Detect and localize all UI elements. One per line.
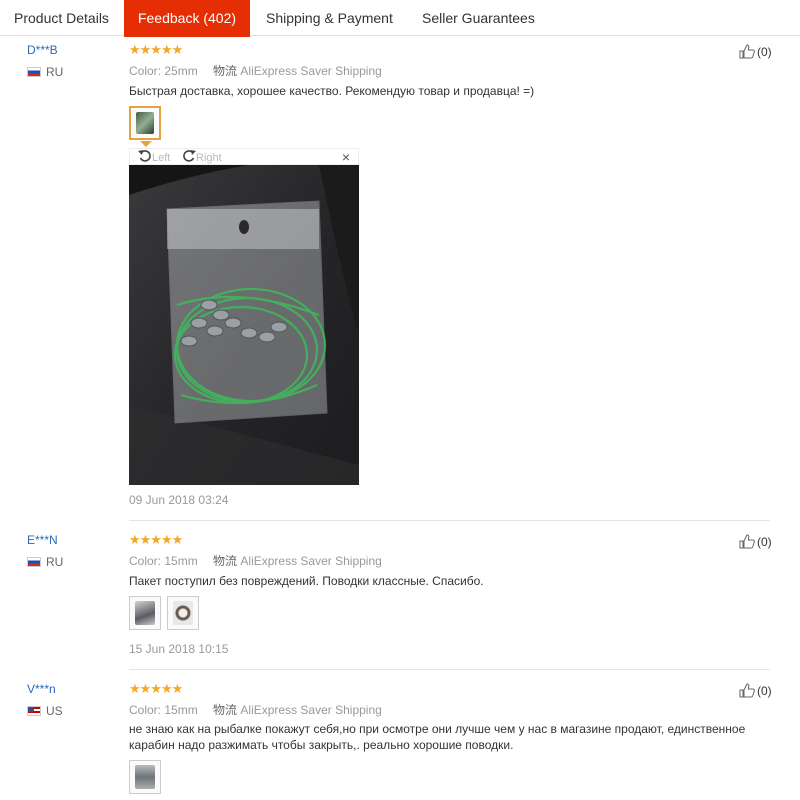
color-value: 15mm xyxy=(164,703,198,717)
color-value: 25mm xyxy=(164,64,198,78)
shipping-label: 物流 xyxy=(213,64,238,78)
reviewer-name: D***B xyxy=(27,43,58,57)
review-text: Пакет поступил без повреждений. Поводки … xyxy=(129,574,484,588)
shipping-value: AliExpress Saver Shipping xyxy=(240,554,382,568)
review-divider xyxy=(129,520,770,521)
photo-thumbnail xyxy=(136,112,154,134)
shipping-label: 物流 xyxy=(213,703,238,717)
helpful-button[interactable]: (0) xyxy=(739,534,772,549)
review-photo-thumb[interactable] xyxy=(167,596,199,630)
reviewer-country: RU xyxy=(27,65,63,79)
reviewer-country: RU xyxy=(27,555,63,569)
helpful-button[interactable]: (0) xyxy=(739,44,772,59)
color-label: Color: xyxy=(129,554,162,568)
star-rating: ★★★★★ xyxy=(129,532,183,547)
helpful-button[interactable]: (0) xyxy=(739,683,772,698)
tab-bar: Product Details Feedback (402) Shipping … xyxy=(0,0,800,37)
product-photo-image xyxy=(129,165,359,485)
close-viewer-button[interactable]: × xyxy=(342,149,350,165)
flag-ru-icon xyxy=(27,67,41,77)
review-meta: Color: 15mm 物流 AliExpress Saver Shipping xyxy=(129,701,382,718)
thumbs-up-icon xyxy=(739,44,755,59)
review-photo-thumb[interactable] xyxy=(129,760,161,794)
tab-feedback[interactable]: Feedback (402) xyxy=(124,0,250,37)
photo-thumbnail xyxy=(135,601,155,625)
star-rating: ★★★★★ xyxy=(129,681,183,696)
rotate-right-icon xyxy=(183,150,196,162)
thumbs-up-icon xyxy=(739,683,755,698)
flag-us-icon xyxy=(27,706,41,716)
tab-product-details[interactable]: Product Details xyxy=(14,0,109,36)
thumb-pointer-icon xyxy=(140,141,152,147)
reviewer-name: E***N xyxy=(27,533,58,547)
shipping-value: AliExpress Saver Shipping xyxy=(240,64,382,78)
thumbs-up-icon xyxy=(739,534,755,549)
reviewer-name: V***n xyxy=(27,682,56,696)
review-photo-thumb[interactable] xyxy=(129,596,161,630)
shipping-label: 物流 xyxy=(213,554,238,568)
review-date: 15 Jun 2018 10:15 xyxy=(129,642,229,656)
shipping-value: AliExpress Saver Shipping xyxy=(240,703,382,717)
review-date: 09 Jun 2018 03:24 xyxy=(129,493,229,507)
review-photo-thumb[interactable] xyxy=(129,106,161,140)
star-rating: ★★★★★ xyxy=(129,42,183,57)
review-text: Быстрая доставка, хорошее качество. Реко… xyxy=(129,84,535,98)
review-text: не знаю как на рыбалке покажут себя,но п… xyxy=(129,722,746,752)
photo-thumbnail xyxy=(135,765,155,789)
rotate-right-button[interactable]: Right xyxy=(182,150,222,164)
review-meta: Color: 15mm 物流 AliExpress Saver Shipping xyxy=(129,552,382,569)
reviewer-country: US xyxy=(27,704,63,718)
review-meta: Color: 25mm 物流 AliExpress Saver Shipping xyxy=(129,62,382,79)
review-divider xyxy=(129,669,770,670)
review-photo xyxy=(129,165,359,485)
color-label: Color: xyxy=(129,64,162,78)
color-label: Color: xyxy=(129,703,162,717)
tab-shipping-payment[interactable]: Shipping & Payment xyxy=(266,0,393,36)
color-value: 15mm xyxy=(164,554,198,568)
image-viewer: Left Right × xyxy=(129,148,359,485)
viewer-toolbar: Left Right × xyxy=(129,148,359,165)
tab-seller-guarantees[interactable]: Seller Guarantees xyxy=(422,0,535,36)
rotate-left-icon xyxy=(138,150,151,162)
photo-thumbnail xyxy=(173,601,193,625)
rotate-left-button[interactable]: Left xyxy=(138,150,170,164)
flag-ru-icon xyxy=(27,557,41,567)
